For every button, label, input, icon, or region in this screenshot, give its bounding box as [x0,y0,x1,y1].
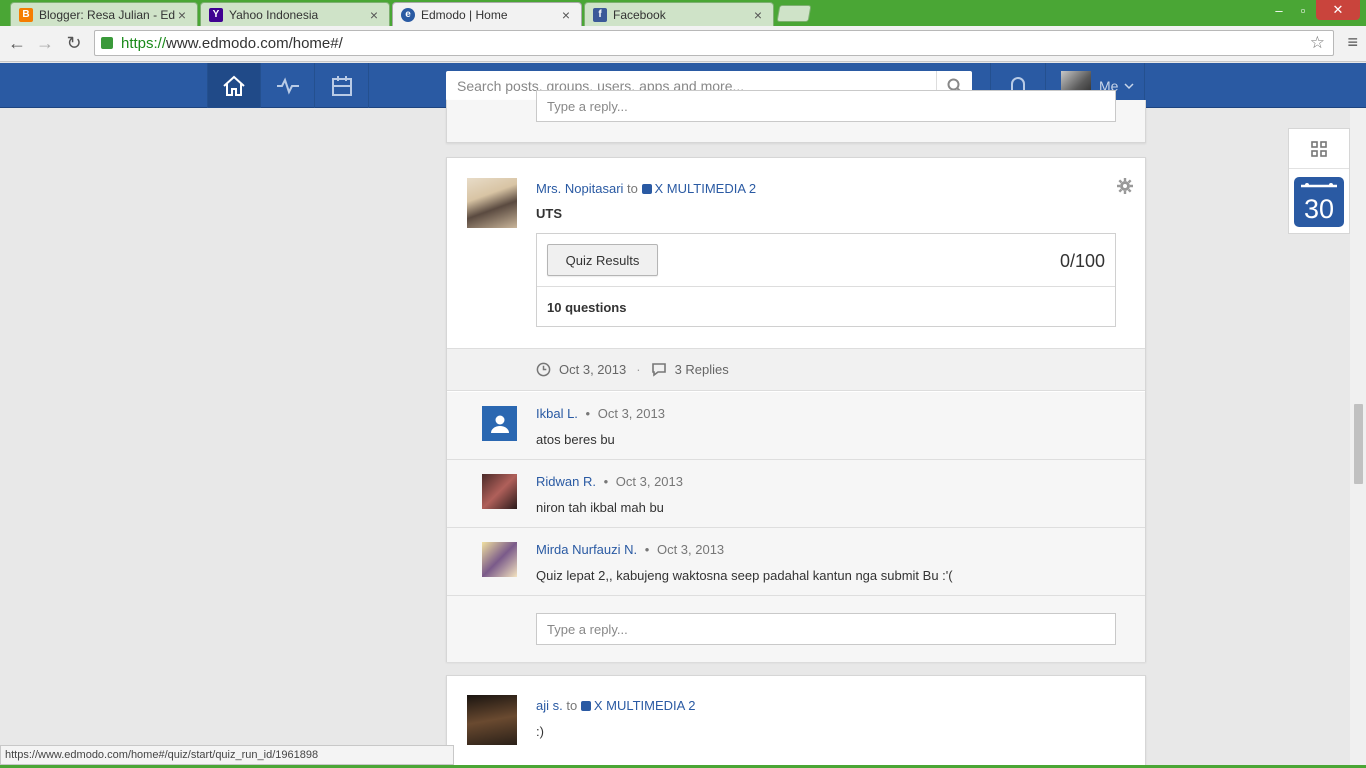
reply-text: atos beres bu [536,432,615,447]
reply-author-link[interactable]: Mirda Nurfauzi N. [536,542,637,557]
reply-author-link[interactable]: Ikbal L. [536,406,578,421]
separator-dot: · [636,362,641,377]
lock-icon [101,37,113,49]
separator-dot: • [603,474,609,489]
reply-text: Quiz lepat 2,, kabujeng waktosna seep pa… [536,568,953,583]
activity-pulse-icon [276,76,299,95]
tab-facebook[interactable]: f Facebook × [584,2,774,26]
separator-dot: • [585,406,591,421]
separator-dot: • [644,542,650,557]
reply-author-link[interactable]: Ridwan R. [536,474,596,489]
comment-icon [651,363,666,377]
post-author-link[interactable]: Mrs. Nopitasari [536,181,623,196]
quiz-score: 0/100 [1059,251,1105,271]
maximize-icon[interactable]: ▫ [1292,0,1314,20]
status-bar-url: https://www.edmodo.com/home#/quiz/start/… [0,745,454,765]
calendar-day: 30 [1303,194,1335,224]
url-scheme: https:// [121,34,167,52]
minimize-icon[interactable]: – [1268,0,1290,20]
reply-date: Oct 3, 2013 [615,474,683,489]
post-group-link[interactable]: X MULTIMEDIA 2 [594,698,696,713]
post-to-label: to [566,698,578,713]
tab-close-icon[interactable]: × [751,7,765,23]
tab-edmodo[interactable]: e Edmodo | Home × [392,2,582,26]
new-tab-button[interactable] [776,5,812,22]
post-to-label: to [627,181,638,196]
tab-yahoo[interactable]: Y Yahoo Indonesia × [200,2,390,26]
tab-title: Facebook [613,7,666,22]
scrollbar-thumb[interactable] [1354,404,1363,484]
calendar-icon [1301,183,1337,188]
quiz-attachment: Quiz Results 0/100 10 questions [536,233,1116,327]
browser-toolbar: ← → ↻ https://www.edmodo.com/home#/ ☆ ≡ [0,26,1366,62]
post-card: aji s. to X MULTIMEDIA 2 :) [446,675,1146,768]
quiz-question-count: 10 questions [547,300,627,315]
reply-header: Mirda Nurfauzi N. • Oct 3, 2013 [536,542,724,557]
tab-close-icon[interactable]: × [367,7,381,23]
tab-title: Edmodo | Home [421,7,508,22]
replies-count-link[interactable]: 3 Replies [675,362,729,377]
group-icon [580,701,591,711]
avatar [482,474,517,509]
tab-blogger[interactable]: B Blogger: Resa Julian - Edit × [10,2,198,26]
avatar [467,695,517,745]
address-bar[interactable]: https://www.edmodo.com/home#/ ☆ [94,30,1334,56]
reload-icon[interactable]: ↻ [63,32,85,54]
divider [537,286,1115,287]
tab-title: Blogger: Resa Julian - Edit [39,7,175,22]
clock-icon [536,362,551,377]
back-icon[interactable]: ← [6,32,28,54]
facebook-icon: f [593,7,607,22]
post-card: Mrs. Nopitasari to X MULTIMEDIA 2 UTS Qu… [446,157,1146,662]
reply-date: Oct 3, 2013 [597,406,665,421]
reply-header: Ikbal L. • Oct 3, 2013 [536,406,665,421]
forward-icon[interactable]: → [34,32,56,54]
chrome-menu-icon[interactable]: ≡ [1347,32,1358,53]
home-icon [223,75,245,96]
reply-compose-area [447,596,1145,662]
activity-nav-button[interactable] [261,63,315,108]
reply-input[interactable] [536,613,1116,645]
post-title: UTS [536,206,562,221]
previous-post-card [446,90,1146,143]
post-header: aji s. to X MULTIMEDIA 2 [536,698,695,713]
tab-close-icon[interactable]: × [175,7,189,23]
reply-item: Mirda Nurfauzi N. • Oct 3, 2013 Quiz lep… [447,528,1145,596]
side-apps-panel: 30 [1288,128,1350,234]
grid-icon [1311,140,1327,157]
url-text: www.edmodo.com/home#/ [166,34,343,52]
planner-icon [331,75,352,96]
reply-text: niron tah ikbal mah bu [536,500,664,515]
quiz-results-button[interactable]: Quiz Results [547,244,658,276]
reply-item: Ridwan R. • Oct 3, 2013 niron tah ikbal … [447,460,1145,528]
browser-tab-strip: B Blogger: Resa Julian - Edit × Y Yahoo … [0,0,1366,26]
group-icon [641,184,652,194]
avatar [467,178,517,228]
default-avatar-icon [482,406,517,441]
calendar-button[interactable]: 30 [1294,177,1344,227]
blogger-icon: B [19,7,33,22]
post-header: Mrs. Nopitasari to X MULTIMEDIA 2 [536,181,756,196]
post-meta-bar: Oct 3, 2013 · 3 Replies [447,348,1145,391]
reply-header: Ridwan R. • Oct 3, 2013 [536,474,683,489]
post-text: :) [536,724,544,739]
close-window-icon[interactable]: ✕ [1316,0,1360,20]
reply-item: Ikbal L. • Oct 3, 2013 atos beres bu [447,392,1145,460]
reply-date: Oct 3, 2013 [656,542,725,557]
planner-nav-button[interactable] [315,63,369,108]
chevron-down-icon [1124,82,1134,89]
avatar [482,542,517,577]
bookmark-star-icon[interactable]: ☆ [1310,33,1325,53]
post-author-link[interactable]: aji s. [536,698,563,713]
reply-input[interactable] [536,90,1116,122]
tab-title: Yahoo Indonesia [229,7,319,22]
tab-close-icon[interactable]: × [559,7,573,23]
yahoo-icon: Y [209,7,223,22]
edmodo-icon: e [401,7,415,22]
post-group-link[interactable]: X MULTIMEDIA 2 [655,181,757,196]
post-date: Oct 3, 2013 [559,362,627,377]
apps-button[interactable] [1289,129,1349,169]
home-nav-button[interactable] [207,63,261,108]
gear-icon[interactable] [1117,178,1133,194]
